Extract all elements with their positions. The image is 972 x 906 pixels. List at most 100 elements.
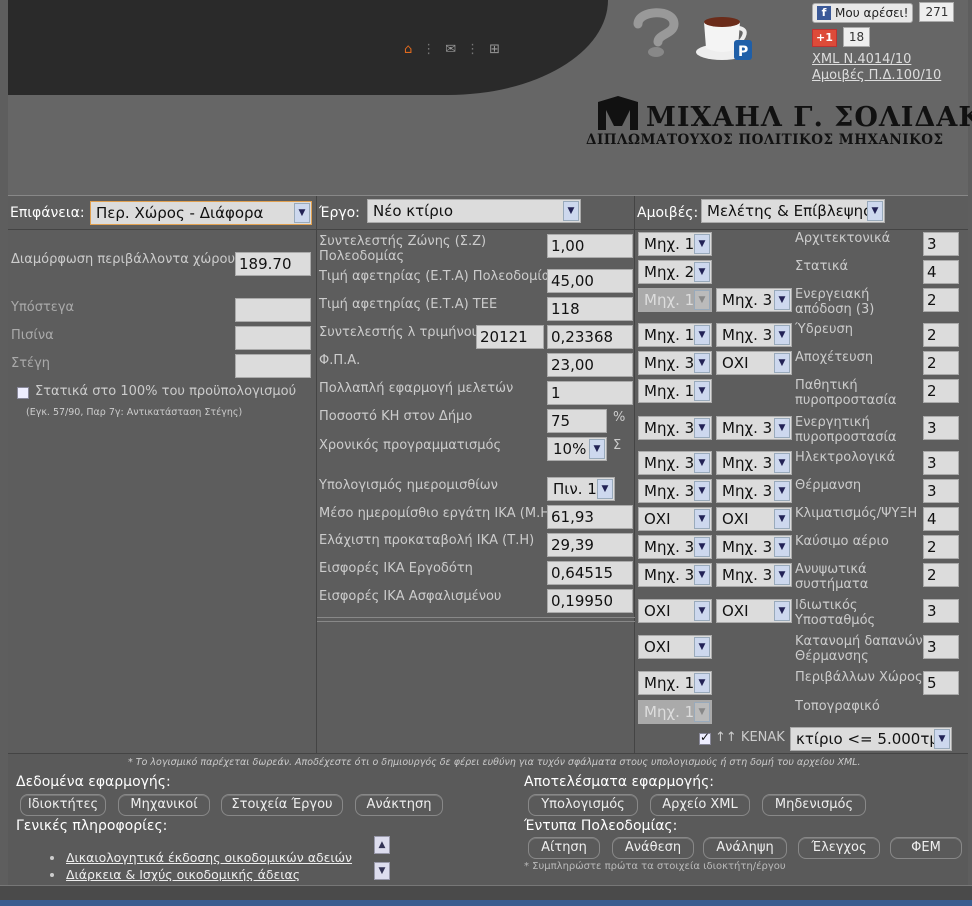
sitemap-icon[interactable]: ⊞ [489,42,500,57]
engineer-select[interactable]: Μηχ. 3 ▼ [638,351,712,375]
gplus-button[interactable]: +1 [812,29,837,47]
scroll-down-icon[interactable]: ▼ [374,862,390,880]
engineer-select[interactable]: Μηχ. 3 ▼ [638,563,712,587]
coffee-donate-icon[interactable]: P [694,8,756,64]
fee-value-input[interactable]: 3 [923,635,959,659]
param-input[interactable]: 29,39 [547,533,633,557]
fee-value-input[interactable]: 2 [923,535,959,559]
fee-value-input[interactable]: 2 [923,563,959,587]
surface-select[interactable]: Περ. Χώρος - Διάφορα ▼ [90,201,312,225]
surface-row-input[interactable] [235,326,311,350]
engineer-select[interactable]: ΟΧΙ ▼ [638,599,712,623]
assignment-button[interactable]: Ανάθεση [612,837,694,859]
owners-button[interactable]: Ιδιοκτήτες [20,794,106,816]
help-question-icon[interactable] [628,8,684,58]
engineer-select[interactable]: ΟΧΙ ▼ [638,635,712,659]
facebook-like-button[interactable]: f Μου αρέσει! [812,3,914,23]
param-input[interactable]: 1,00 [547,234,633,258]
param-input[interactable]: 23,00 [547,353,633,377]
param-input[interactable]: 1 [547,381,633,405]
param-label: Συντελεστής λ τριμήνου [319,325,480,340]
param-input[interactable]: 45,00 [547,269,633,293]
mail-icon[interactable]: ✉ [445,42,456,57]
home-icon[interactable]: ⌂ [404,42,412,57]
supervisor-select[interactable]: ΟΧΙ ▼ [716,599,792,623]
chevron-down-icon: ▼ [694,702,710,722]
project-data-button[interactable]: Στοιχεία Έργου [221,794,343,816]
param-input[interactable]: 0,23368 [547,325,633,349]
project-select[interactable]: Νέο κτίριο ▼ [367,199,581,223]
supervisor-select[interactable]: Μηχ. 3 ▼ [716,288,792,312]
gplus-count: 18 [842,27,871,47]
kenak-checkbox[interactable] [699,730,711,745]
supervisor-select[interactable]: Μηχ. 3 ▼ [716,535,792,559]
fees-decree-link[interactable]: Αμοιβές Π.Δ.100/10 [812,68,941,84]
engineer-select[interactable]: ΟΧΙ ▼ [638,507,712,531]
supervisor-select-value: Μηχ. 3 [722,538,773,556]
supervisor-select[interactable]: ΟΧΙ ▼ [716,351,792,375]
wages-select[interactable]: Πιν. 1 ▼ [547,477,615,501]
param-input[interactable]: 61,93 [547,505,633,529]
engineer-select[interactable]: Μηχ. 1 ▼ [638,671,712,695]
info-link-validity[interactable]: Διάρκεια & Ισχύς οικοδομικής άδειας [66,867,300,881]
param-input[interactable]: 118 [547,297,633,321]
fee-value-input[interactable]: 3 [923,599,959,623]
fee-value-input[interactable]: 3 [923,479,959,503]
schedule-select[interactable]: 10% ▼ [547,437,607,461]
fee-value-input[interactable]: 2 [923,351,959,375]
fee-value-input[interactable]: 3 [923,451,959,475]
restore-button[interactable]: Ανάκτηση [355,794,443,816]
fee-value-input[interactable]: 3 [923,416,959,440]
schedule-suffix: Σ [613,438,622,453]
reset-button[interactable]: Μηδενισμός [762,794,866,816]
engineer-select[interactable]: Μηχ. 3 ▼ [638,535,712,559]
kenak-select[interactable]: κτίριο <= 5.000τμ ▼ [790,727,952,751]
fee-value-input[interactable]: 2 [923,288,959,312]
acceptance-button[interactable]: Ανάληψη [703,837,787,859]
xml-file-button[interactable]: Αρχείο XML [650,794,750,816]
application-button[interactable]: Αίτηση [528,837,600,859]
fem-button[interactable]: ΦΕΜ [890,837,962,859]
fee-value-input[interactable]: 4 [923,507,959,531]
engineer-select[interactable]: Μηχ. 3 ▼ [638,451,712,475]
fee-value-input[interactable]: 4 [923,260,959,284]
supervisor-select[interactable]: Μηχ. 3 ▼ [716,323,792,347]
supervisor-select[interactable]: Μηχ. 3 ▼ [716,416,792,440]
engineer-select[interactable]: Μηχ. 1 ▼ [638,323,712,347]
xml-law-link[interactable]: XML N.4014/10 [812,52,941,68]
engineer-select[interactable]: Μηχ. 1 ▼ [638,700,712,724]
supervisor-select[interactable]: ΟΧΙ ▼ [716,507,792,531]
surface-row-input[interactable]: 189.70 [235,252,311,276]
supervisor-select[interactable]: Μηχ. 3 ▼ [716,563,792,587]
param-input[interactable]: 75 [547,409,607,433]
param-input[interactable]: 0,64515 [547,561,633,585]
surface-row-input[interactable] [235,354,311,378]
fee-value-input[interactable]: 2 [923,379,959,403]
engineers-button[interactable]: Μηχανικοί [118,794,210,816]
fee-value-input[interactable]: 3 [923,232,959,256]
static-100-checkbox[interactable] [17,387,29,399]
engineer-select[interactable]: Μηχ. 1 ▼ [638,379,712,403]
param-input[interactable]: 0,19950 [547,589,633,613]
supervisor-select[interactable]: Μηχ. 3 ▼ [716,451,792,475]
quarter-input[interactable]: 20121 [476,325,544,349]
fees-select[interactable]: Μελέτης & Επίβλεψης ▼ [701,199,885,223]
chevron-down-icon: ▼ [694,537,710,557]
engineer-select[interactable]: Μηχ. 1 ▼ [638,288,712,312]
engineer-select[interactable]: Μηχ. 3 ▼ [638,416,712,440]
engineer-select[interactable]: Μηχ. 3 ▼ [638,479,712,503]
surface-row-input[interactable] [235,298,311,322]
surface-row-label: Υπόστεγα [11,300,75,315]
scroll-up-icon[interactable]: ▲ [374,836,390,854]
fee-value-input[interactable]: 2 [923,323,959,347]
supervisor-select[interactable]: Μηχ. 3 ▼ [716,479,792,503]
engineer-select[interactable]: Μηχ. 1 ▼ [638,232,712,256]
fee-value-input[interactable]: 5 [923,671,959,695]
taskbar-edge [0,900,972,906]
info-link-permits[interactable]: Δικαιολογητικά έκδοσης οικοδομικών αδειώ… [66,850,352,865]
nav-separator: ⋮ [422,42,436,57]
control-button[interactable]: Έλεγχος [798,837,880,859]
engineer-select[interactable]: Μηχ. 2 ▼ [638,260,712,284]
data-section-title: Δεδομένα εφαρμογής: [16,774,171,790]
calculate-button[interactable]: Υπολογισμός [528,794,638,816]
